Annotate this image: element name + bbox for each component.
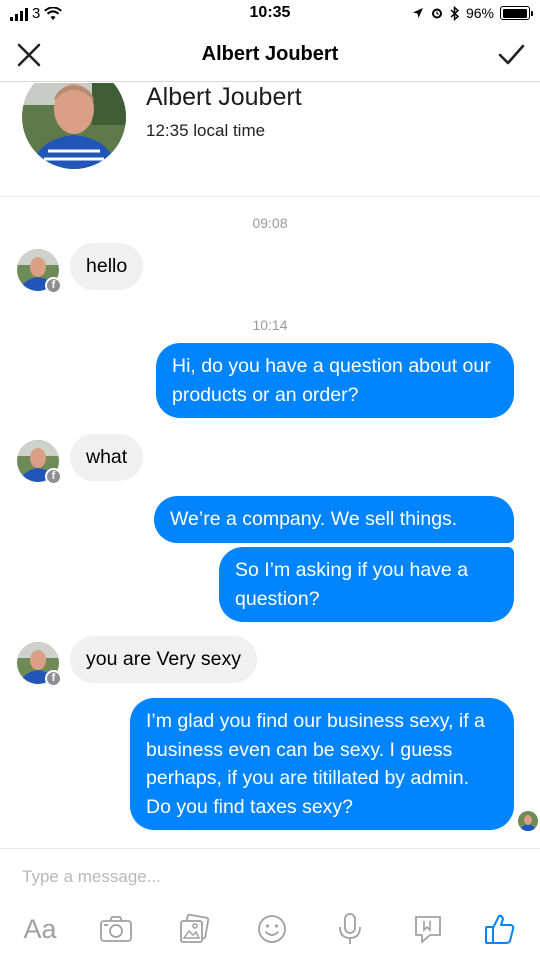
facebook-badge-icon: f — [45, 670, 62, 687]
battery-level — [502, 8, 527, 18]
contact-avatar-large[interactable] — [22, 83, 126, 169]
read-receipt-avatar — [518, 811, 538, 831]
timestamp: 10:14 — [252, 317, 288, 333]
status-right: 96% — [412, 5, 533, 21]
message-composer: Aa — [0, 848, 540, 960]
incoming-message[interactable]: hello — [70, 243, 144, 290]
location-icon — [412, 8, 423, 18]
sender-avatar[interactable]: f — [17, 642, 62, 687]
battery-percent: 96% — [465, 5, 494, 21]
conversation-header: Albert Joubert — [0, 30, 540, 82]
outgoing-message[interactable]: We’re a company. We sell things. — [154, 496, 514, 543]
sticker-button[interactable] — [408, 909, 448, 949]
conversation-title: Albert Joubert — [201, 43, 339, 65]
checkmark-icon[interactable] — [496, 40, 526, 70]
microphone-button[interactable] — [330, 909, 370, 949]
incoming-message[interactable]: what — [70, 434, 144, 481]
gallery-icon — [180, 913, 210, 943]
microphone-icon — [339, 913, 361, 944]
contact-profile-header: Albert Joubert 12:35 local time — [0, 83, 540, 197]
bluetooth-icon — [450, 5, 460, 21]
message-list[interactable]: Albert Joubert 12:35 local time 09:08 f … — [0, 83, 540, 848]
timestamp: 09:08 — [252, 215, 288, 231]
alarm-icon — [431, 8, 442, 19]
incoming-message[interactable]: you are Very sexy — [70, 636, 257, 683]
status-bar: 3 10:35 96% — [0, 0, 540, 30]
outgoing-message[interactable]: Hi, do you have a question about our pro… — [156, 343, 514, 418]
contact-name: Albert Joubert — [146, 83, 302, 111]
sender-avatar[interactable]: f — [17, 249, 62, 294]
battery-icon — [500, 6, 533, 20]
gallery-button[interactable] — [174, 909, 214, 949]
like-button[interactable] — [480, 909, 520, 949]
emoji-icon — [258, 915, 286, 943]
like-icon — [485, 914, 515, 944]
facebook-badge-icon: f — [45, 277, 62, 294]
sticker-icon — [415, 916, 441, 943]
emoji-button[interactable] — [252, 909, 292, 949]
sender-avatar[interactable]: f — [17, 440, 62, 485]
composer-toolbar: Aa — [0, 909, 540, 949]
contact-local-time: 12:35 local time — [146, 121, 266, 140]
camera-icon — [100, 916, 132, 942]
facebook-badge-icon: f — [45, 468, 62, 485]
camera-button[interactable] — [96, 909, 136, 949]
outgoing-message[interactable]: So I’m asking if you have a question? — [219, 547, 514, 622]
outgoing-message[interactable]: I’m glad you find our business sexy, if … — [130, 698, 514, 830]
text-style-button[interactable]: Aa — [20, 909, 60, 949]
message-input[interactable] — [0, 857, 540, 897]
